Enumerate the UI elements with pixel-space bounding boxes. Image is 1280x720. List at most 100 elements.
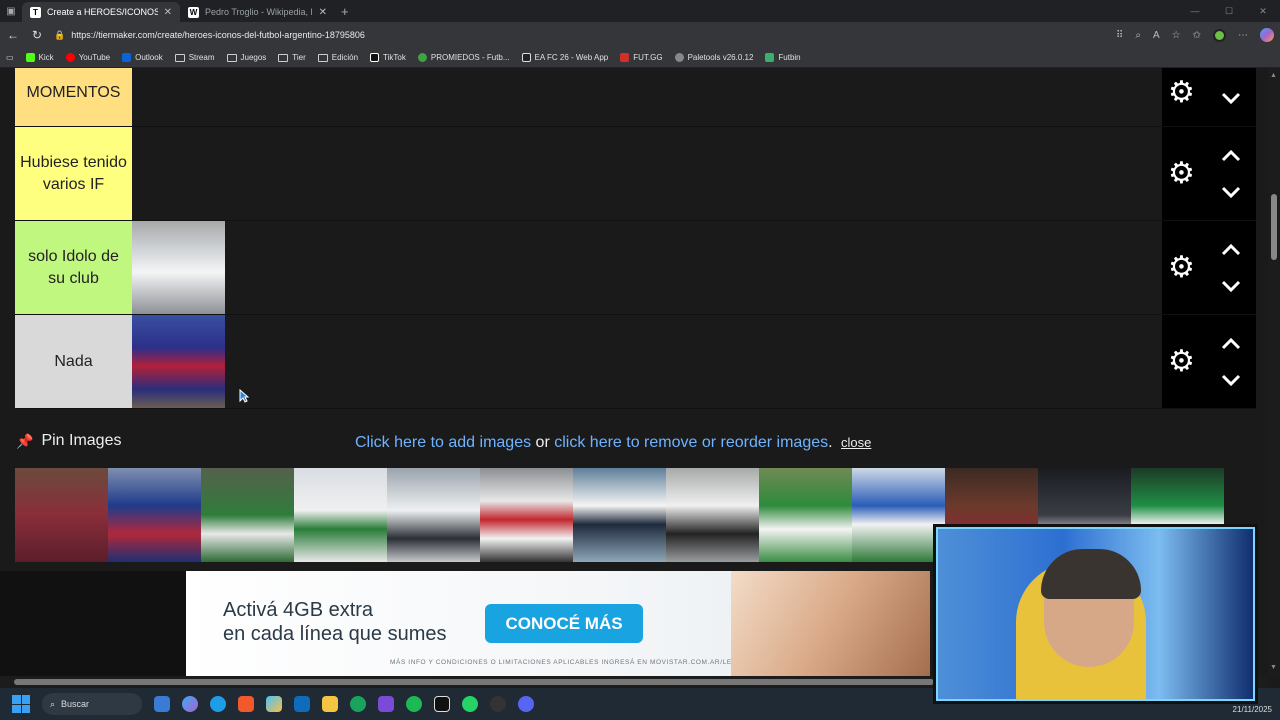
tab-actions-icon[interactable]: ▣ [0, 6, 22, 17]
tier-items[interactable] [132, 68, 1162, 126]
tier-row-nada: Nada ⚙ [15, 315, 1256, 409]
scroll-down-icon[interactable]: ▼ [1270, 664, 1277, 671]
pool-image[interactable] [852, 468, 945, 562]
favorite-star-icon[interactable]: ☆ [1172, 30, 1181, 41]
spotify-icon[interactable] [406, 696, 422, 712]
player-image[interactable] [132, 221, 225, 314]
gear-icon[interactable]: ⚙ [1168, 78, 1195, 108]
bookmark-folder-juegos[interactable]: Juegos [226, 53, 266, 62]
gear-icon[interactable]: ⚙ [1168, 347, 1195, 377]
chevron-up-icon[interactable] [1220, 239, 1242, 261]
window-controls: — ☐ ✕ [1178, 0, 1280, 22]
taskbar-search-label: Buscar [61, 699, 90, 709]
bookmark-outlook[interactable]: Outlook [122, 53, 163, 62]
bookmark-folder-tier[interactable]: Tier [278, 53, 306, 62]
file-explorer-icon[interactable] [322, 696, 338, 712]
close-tab-icon[interactable]: ✕ [164, 7, 172, 18]
extension-icon[interactable] [1213, 28, 1226, 42]
whatsapp-icon[interactable] [462, 696, 478, 712]
vertical-scrollbar[interactable]: ▲ ▼ [1268, 68, 1280, 676]
bookmark-eafc[interactable]: EA FC 26 - Web App [521, 53, 608, 62]
more-menu-icon[interactable]: ⋯ [1238, 30, 1248, 41]
promiedos-icon [417, 53, 427, 62]
pushpin-icon[interactable]: 📌 [16, 433, 33, 450]
tier-items[interactable] [132, 221, 1162, 314]
chevron-up-icon[interactable] [1220, 333, 1242, 355]
close-window-icon[interactable]: ✕ [1246, 0, 1280, 22]
pool-image[interactable] [666, 468, 759, 562]
remove-reorder-link[interactable]: click here to remove or reorder images [554, 434, 828, 451]
windows-start-icon[interactable] [12, 695, 30, 713]
pool-image[interactable] [573, 468, 666, 562]
pool-image[interactable] [480, 468, 573, 562]
zoom-icon[interactable]: ⌕ [1135, 30, 1141, 41]
maximize-icon[interactable]: ☐ [1212, 0, 1246, 22]
bookmark-futbin[interactable]: Futbin [765, 53, 801, 62]
chevron-up-icon[interactable] [1220, 145, 1242, 167]
bookmark-kick[interactable]: Kick [25, 53, 54, 62]
gear-icon[interactable]: ⚙ [1168, 159, 1195, 189]
chevron-down-icon[interactable] [1220, 369, 1242, 391]
pool-image[interactable] [294, 468, 387, 562]
taskbar-search[interactable]: ⌕ Buscar [42, 693, 142, 715]
translate-icon[interactable]: ⠿ [1116, 30, 1123, 41]
read-aloud-icon[interactable]: A [1153, 30, 1160, 41]
ad-fine-print: MÁS INFO Y CONDICIONES O LIMITACIONES AP… [390, 659, 757, 666]
capcut-icon[interactable] [434, 696, 450, 712]
bookmark-paletools[interactable]: Paletools v26.0.12 [674, 53, 753, 62]
bookmarks-menu-icon[interactable]: ▭ [6, 53, 14, 62]
edge-icon[interactable] [210, 696, 226, 712]
ad-banner[interactable]: Activá 4GB extra en cada línea que sumes… [186, 571, 930, 676]
tier-items[interactable] [132, 315, 1162, 408]
twitch-icon[interactable] [378, 696, 394, 712]
browser-active-icon[interactable] [350, 696, 366, 712]
widgets-icon[interactable] [154, 696, 170, 712]
player-image[interactable] [132, 315, 225, 408]
new-tab-icon[interactable]: + [341, 4, 349, 19]
close-tab-icon[interactable]: ✕ [319, 7, 327, 18]
scrollbar-thumb[interactable] [1271, 194, 1277, 260]
bookmark-folder-edicion[interactable]: Edición [317, 53, 358, 62]
pool-image[interactable] [759, 468, 852, 562]
minimize-icon[interactable]: — [1178, 0, 1212, 22]
chevron-down-icon[interactable] [1220, 181, 1242, 203]
add-images-link[interactable]: Click here to add images [355, 434, 531, 451]
bookmark-tiktok[interactable]: TikTok [370, 53, 406, 62]
bookmark-promiedos[interactable]: PROMIEDOS - Futb... [417, 53, 510, 62]
tier-items[interactable] [132, 127, 1162, 220]
copilot-taskbar-icon[interactable] [182, 696, 198, 712]
pool-image[interactable] [387, 468, 480, 562]
url-field[interactable]: 🔒 https://tiermaker.com/create/heroes-ic… [54, 25, 1106, 45]
outlook-taskbar-icon[interactable] [294, 696, 310, 712]
obs-icon[interactable] [490, 696, 506, 712]
tier-label[interactable]: MOMENTOS [15, 68, 132, 126]
bookmark-youtube[interactable]: YouTube [65, 53, 110, 62]
tier-label[interactable]: Nada [15, 315, 132, 408]
tier-label[interactable]: solo Idolo de su club [15, 221, 132, 314]
gear-icon[interactable]: ⚙ [1168, 253, 1195, 283]
pool-image[interactable] [108, 468, 201, 562]
chevron-down-icon[interactable] [1220, 87, 1242, 109]
chevron-down-icon[interactable] [1220, 275, 1242, 297]
folder-icon [278, 53, 289, 62]
brave-icon[interactable] [238, 696, 254, 712]
back-icon[interactable]: ← [6, 28, 20, 42]
scroll-up-icon[interactable]: ▲ [1270, 72, 1277, 79]
pool-image[interactable] [201, 468, 294, 562]
close-link[interactable]: close [841, 435, 871, 450]
tab-title: Pedro Troglio - Wikipedia, la enci [205, 7, 313, 17]
reload-icon[interactable]: ↻ [30, 28, 44, 42]
tab-wikipedia[interactable]: W Pedro Troglio - Wikipedia, la enci ✕ [180, 2, 335, 22]
favorites-icon[interactable]: ✩ [1193, 30, 1201, 41]
copilot-icon[interactable] [1260, 28, 1274, 42]
ad-cta-button[interactable]: CONOCÉ MÁS [485, 604, 643, 643]
bookmark-futgg[interactable]: FUT.GG [620, 53, 663, 62]
search-icon: ⌕ [50, 698, 56, 709]
bookmark-folder-stream[interactable]: Stream [174, 53, 215, 62]
pool-image[interactable] [15, 468, 108, 562]
tier-label[interactable]: Hubiese tenido varios IF [15, 127, 132, 220]
tab-tiermaker[interactable]: T Create a HEROES/ICONOS del FU ✕ [22, 2, 180, 22]
copilot-app-icon[interactable] [266, 696, 282, 712]
hscrollbar-thumb[interactable] [14, 679, 934, 685]
discord-icon[interactable] [518, 696, 534, 712]
